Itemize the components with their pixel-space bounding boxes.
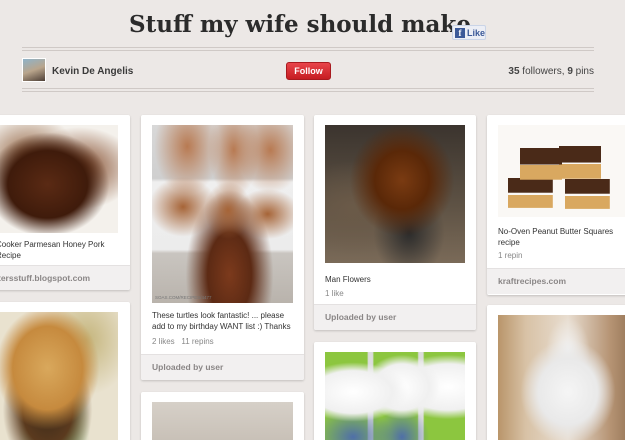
pin-card[interactable] bbox=[314, 342, 476, 440]
pins-label: pins bbox=[572, 66, 594, 77]
facebook-like-button[interactable]: f Like bbox=[452, 25, 486, 40]
pin-description-line: Recipe bbox=[0, 251, 21, 260]
pin-card[interactable]: No-Oven Peanut Butter Squares recipe 1 r… bbox=[487, 115, 625, 295]
pin-description-line: No-Oven Peanut Butter Squares bbox=[498, 227, 614, 236]
pin-description: Cooker Parmesan Honey Pork Recipe bbox=[0, 239, 105, 261]
likes-count[interactable]: 2 likes bbox=[152, 337, 175, 346]
pin-source: Uploaded by user bbox=[141, 354, 304, 380]
pin-description: These turtles look fantastic! ... please… bbox=[152, 310, 291, 332]
pin-image[interactable] bbox=[0, 312, 118, 440]
pin-description-line: add to my birthday WANT list :) Thanks bbox=[152, 322, 291, 331]
pin-stats: 1 repin bbox=[498, 251, 522, 260]
pin-card[interactable]: Man Flowers 1 like Uploaded by user bbox=[314, 115, 476, 330]
pin-card[interactable]: Cooker Parmesan Honey Pork Recipe tersst… bbox=[0, 115, 130, 290]
divider bbox=[22, 47, 594, 48]
pin-card[interactable] bbox=[487, 305, 625, 440]
divider bbox=[22, 50, 594, 51]
pin-source: Uploaded by user bbox=[314, 304, 476, 330]
pin-image[interactable] bbox=[325, 352, 465, 440]
pin-card[interactable] bbox=[0, 302, 130, 440]
pin-image[interactable] bbox=[152, 402, 293, 440]
followers-count[interactable]: 35 bbox=[508, 66, 519, 77]
like-label: Like bbox=[466, 27, 485, 38]
pin-image[interactable] bbox=[498, 125, 625, 217]
board-stats: 35 followers, 9 pins bbox=[508, 66, 594, 77]
user-name-link[interactable]: Kevin De Angelis bbox=[52, 66, 133, 77]
pin-image[interactable] bbox=[325, 125, 465, 263]
board-title: Stuff my wife should make bbox=[129, 11, 471, 38]
image-caption: SOAS.COM/RECIPES/4477 bbox=[155, 295, 212, 300]
pin-description-line: Cooker Parmesan Honey Pork bbox=[0, 240, 105, 249]
pin-description-line: These turtles look fantastic! ... please bbox=[152, 311, 285, 320]
repins-count[interactable]: 1 repin bbox=[498, 251, 522, 260]
pin-description-line: Man Flowers bbox=[325, 275, 371, 284]
pin-image[interactable] bbox=[0, 125, 118, 233]
pin-source[interactable]: kraftrecipes.com bbox=[487, 268, 625, 294]
pin-image[interactable] bbox=[498, 315, 625, 440]
pin-stats: 2 likes 11 repins bbox=[152, 337, 214, 346]
divider bbox=[22, 91, 594, 92]
facebook-icon: f bbox=[455, 27, 465, 38]
pin-description-line: recipe bbox=[498, 238, 520, 247]
pin-source[interactable]: tersstuff.blogspot.com bbox=[0, 265, 130, 290]
pin-image[interactable] bbox=[152, 125, 293, 303]
avatar[interactable] bbox=[22, 58, 46, 82]
followers-label: followers, bbox=[519, 66, 568, 77]
likes-count[interactable]: 1 like bbox=[325, 289, 344, 298]
follow-button[interactable]: Follow bbox=[286, 62, 331, 80]
pin-description: Man Flowers bbox=[325, 274, 371, 285]
divider bbox=[22, 88, 594, 89]
pin-stats: 1 like bbox=[325, 289, 344, 298]
board-header: Stuff my wife should make f Like Kevin D… bbox=[0, 0, 625, 100]
pin-description: No-Oven Peanut Butter Squares recipe bbox=[498, 226, 613, 248]
repins-count[interactable]: 11 repins bbox=[181, 337, 213, 346]
pin-card[interactable]: SOAS.COM/RECIPES/4477 These turtles look… bbox=[141, 115, 304, 380]
pin-card[interactable] bbox=[141, 392, 304, 440]
